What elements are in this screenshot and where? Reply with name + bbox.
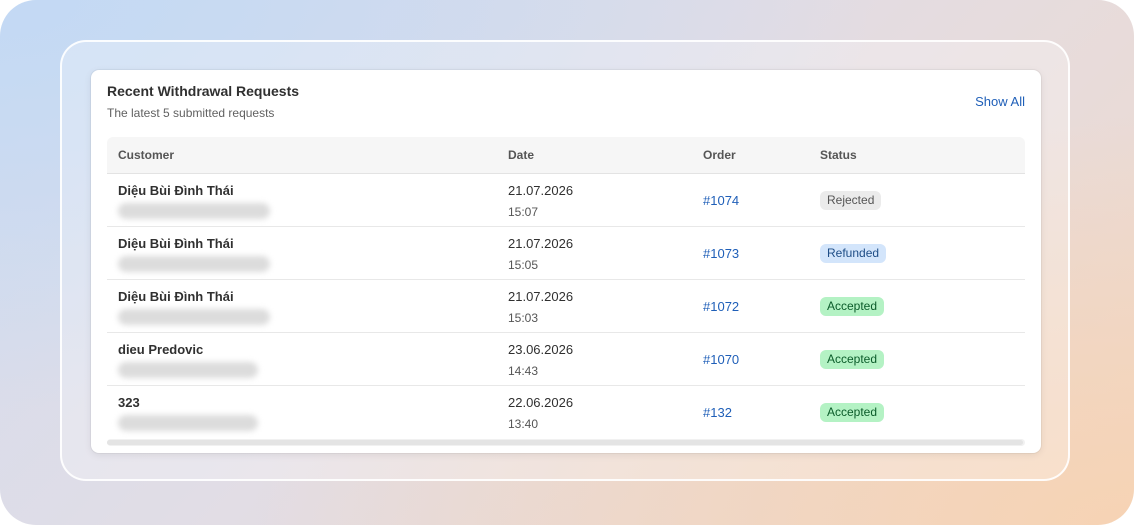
customer-name: 323 — [118, 395, 140, 410]
order-link[interactable]: #1073 — [703, 246, 739, 261]
customer-email-blurred — [118, 362, 258, 378]
table-header: Customer Date Order Status — [107, 137, 1025, 174]
background: Recent Withdrawal Requests The latest 5 … — [0, 0, 1134, 525]
request-time: 15:03 — [508, 311, 539, 325]
request-date: 21.07.2026 — [508, 236, 574, 251]
status-badge: Rejected — [820, 191, 882, 210]
request-date: 21.07.2026 — [508, 183, 574, 198]
order-link[interactable]: #132 — [703, 405, 732, 420]
scrollbar-thumb[interactable] — [107, 440, 1023, 445]
request-time: 15:05 — [508, 258, 539, 272]
card-subtitle: The latest 5 submitted requests — [107, 106, 275, 120]
status-badge: Refunded — [820, 244, 887, 263]
withdrawal-requests-card: Recent Withdrawal Requests The latest 5 … — [91, 70, 1041, 453]
customer-email-blurred — [118, 203, 270, 219]
status-badge: Accepted — [820, 350, 885, 369]
order-link[interactable]: #1072 — [703, 299, 739, 314]
requests-table: Customer Date Order Status Diệu Bùi Đình… — [107, 137, 1025, 438]
header-order: Order — [703, 148, 736, 162]
customer-email-blurred — [118, 256, 270, 272]
header-date: Date — [508, 148, 535, 162]
request-time: 13:40 — [508, 417, 539, 431]
request-date: 22.06.2026 — [508, 395, 574, 410]
status-badge: Accepted — [820, 403, 885, 422]
customer-email-blurred — [118, 415, 258, 431]
request-time: 15:07 — [508, 205, 539, 219]
customer-email-blurred — [118, 309, 270, 325]
request-date: 21.07.2026 — [508, 289, 574, 304]
order-link[interactable]: #1074 — [703, 193, 739, 208]
horizontal-scrollbar[interactable] — [107, 439, 1025, 446]
show-all-link[interactable]: Show All — [975, 94, 1025, 109]
order-link[interactable]: #1070 — [703, 352, 739, 367]
table-row[interactable]: Diệu Bùi Đình Thái 21.07.2026 15:03 #107… — [107, 280, 1025, 333]
header-status: Status — [820, 148, 857, 162]
customer-name: Diệu Bùi Đình Thái — [118, 289, 234, 304]
status-badge: Accepted — [820, 297, 885, 316]
customer-name: Diệu Bùi Đình Thái — [118, 183, 234, 198]
card-title: Recent Withdrawal Requests — [107, 83, 300, 99]
table-row[interactable]: 323 22.06.2026 13:40 #132 Accepted — [107, 386, 1025, 438]
table-row[interactable]: dieu Predovic 23.06.2026 14:43 #1070 Acc… — [107, 333, 1025, 386]
customer-name: Diệu Bùi Đình Thái — [118, 236, 234, 251]
table-row[interactable]: Diệu Bùi Đình Thái 21.07.2026 15:05 #107… — [107, 227, 1025, 280]
header-customer: Customer — [118, 148, 175, 162]
request-date: 23.06.2026 — [508, 342, 574, 357]
customer-name: dieu Predovic — [118, 342, 204, 357]
request-time: 14:43 — [508, 364, 539, 378]
table-row[interactable]: Diệu Bùi Đình Thái 21.07.2026 15:07 #107… — [107, 174, 1025, 227]
